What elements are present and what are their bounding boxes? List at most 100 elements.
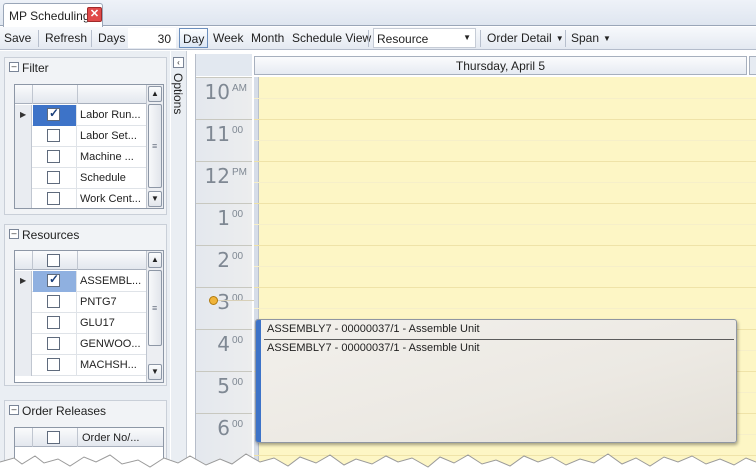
- filter-title: Filter: [22, 61, 49, 75]
- resource-checkbox[interactable]: [47, 358, 60, 371]
- tab-strip: MP Scheduling ✕: [0, 0, 756, 27]
- resource-row-label: PNTG7: [80, 296, 117, 308]
- days-input[interactable]: 30: [128, 28, 176, 48]
- date-header[interactable]: Thursday, April 5: [254, 56, 747, 75]
- appointment-status-bar: [256, 320, 261, 442]
- collapse-icon[interactable]: –: [9, 229, 19, 239]
- resource-row-label: MACHSH...: [80, 359, 137, 371]
- resources-panel-header[interactable]: – Resources: [5, 225, 166, 243]
- filter-row-label: Work Cent...: [80, 193, 141, 205]
- hour-label: 4 00: [196, 329, 252, 371]
- filter-checkbox[interactable]: [47, 192, 60, 205]
- resources-grid: ▶ ASSEMBL... PNTG7 GLU17 GENWOO...: [14, 250, 164, 383]
- schedule-view-button[interactable]: Schedule View: [292, 31, 371, 45]
- options-label[interactable]: Options: [171, 73, 185, 114]
- toolbar-separator: [91, 30, 92, 47]
- resource-checkbox[interactable]: [47, 272, 60, 287]
- scroll-up-icon[interactable]: ▲: [148, 252, 162, 268]
- filter-row[interactable]: Labor Set...: [15, 126, 147, 147]
- chevron-down-icon: ▼: [555, 34, 564, 43]
- resource-row[interactable]: GLU17: [15, 313, 147, 334]
- filter-row[interactable]: ▶ Labor Run...: [15, 105, 147, 126]
- resource-row[interactable]: GENWOO...: [15, 334, 147, 355]
- resource-row-label: ASSEMBL...: [80, 275, 142, 287]
- resources-panel: – Resources ▶ ASSEMBL... PNTG7 GLU17: [4, 224, 167, 386]
- refresh-button[interactable]: Refresh: [45, 31, 87, 45]
- close-icon[interactable]: ✕: [87, 7, 102, 22]
- day-view-label: Day: [183, 32, 205, 46]
- filter-row-label: Schedule: [80, 172, 126, 184]
- toolbar-separator: [565, 30, 566, 47]
- filter-row[interactable]: Machine ...: [15, 147, 147, 168]
- resource-checkbox[interactable]: [47, 316, 60, 329]
- hour-label: 1 00: [196, 203, 252, 245]
- torn-edge: [0, 453, 756, 471]
- day-view-button[interactable]: Day: [179, 28, 208, 48]
- resource-row-label: GLU17: [80, 317, 115, 329]
- scroll-thumb[interactable]: ≡: [148, 104, 162, 188]
- hour-label: 3 00: [196, 287, 252, 329]
- scroll-up-icon[interactable]: ▲: [148, 86, 162, 102]
- tab-title: MP Scheduling: [9, 9, 90, 23]
- filter-row-label: Labor Run...: [80, 109, 141, 121]
- grid-header: [15, 85, 147, 104]
- left-pane: – Filter ▶ Labor Run... Labor Set... Mac: [0, 51, 170, 471]
- resources-scrollbar[interactable]: ▲ ≡ ▼: [146, 251, 163, 382]
- resources-title: Resources: [22, 228, 80, 242]
- order-detail-label: Order Detail: [487, 31, 552, 45]
- order-releases-title: Order Releases: [22, 404, 107, 418]
- row-pointer-icon: ▶: [20, 276, 27, 285]
- toolbar: Save Refresh Days 30 Day Week Month Sche…: [0, 27, 756, 50]
- filter-checkbox[interactable]: [47, 171, 60, 184]
- order-releases-panel-header[interactable]: – Order Releases: [5, 401, 166, 419]
- collapse-icon[interactable]: –: [9, 62, 19, 72]
- resource-row[interactable]: MACHSH...: [15, 355, 147, 376]
- filter-scrollbar[interactable]: ▲ ≡ ▼: [146, 85, 163, 208]
- toolbar-separator: [368, 30, 369, 47]
- scroll-down-icon[interactable]: ▼: [148, 191, 162, 207]
- filter-panel-header[interactable]: – Filter: [5, 58, 166, 76]
- appointment-title: ASSEMBLY7 - 00000037/1 - Assemble Unit: [267, 323, 480, 335]
- chevron-down-icon: ▼: [463, 33, 471, 42]
- span-menu[interactable]: Span ▼: [571, 31, 611, 45]
- hour-label: 5 00: [196, 371, 252, 413]
- tab-mp-scheduling[interactable]: MP Scheduling ✕: [3, 3, 103, 27]
- resource-checkbox[interactable]: [47, 295, 60, 308]
- order-detail-menu[interactable]: Order Detail ▼: [487, 31, 564, 45]
- hour-label: 2 00: [196, 245, 252, 287]
- time-ruler: 10 AM 11 00 12 PM 1 00 2 00 3 00 4 00 5 00 6 00: [196, 77, 252, 471]
- hour-label: 10 AM: [196, 77, 252, 119]
- expand-options-icon[interactable]: ‹: [173, 57, 184, 68]
- month-view-button[interactable]: Month: [251, 31, 284, 45]
- days-label: Days: [98, 31, 126, 45]
- week-view-button[interactable]: Week: [213, 31, 243, 45]
- view-mode-dropdown[interactable]: Resource ▼: [373, 28, 476, 48]
- scheduler-calendar: Thursday, April 5 10 AM 11 00 12 PM 1 00 2 00…: [195, 54, 756, 471]
- filter-checkbox[interactable]: [47, 106, 60, 121]
- toolbar-separator: [38, 30, 39, 47]
- chevron-down-icon: ▼: [603, 34, 611, 43]
- scroll-thumb[interactable]: ≡: [148, 270, 162, 346]
- collapse-icon[interactable]: –: [9, 405, 19, 415]
- span-label: Span: [571, 31, 600, 45]
- filter-row-label: Labor Set...: [80, 130, 137, 142]
- resource-checkbox[interactable]: [47, 337, 60, 350]
- view-mode-value: Resource: [377, 32, 429, 46]
- hour-label: 12 PM: [196, 161, 252, 203]
- filter-checkbox[interactable]: [47, 129, 60, 142]
- resource-row[interactable]: ▶ ASSEMBL...: [15, 271, 147, 292]
- appointment-description: ASSEMBLY7 - 00000037/1 - Assemble Unit: [267, 342, 480, 354]
- filter-row-label: Machine ...: [80, 151, 134, 163]
- filter-grid: ▶ Labor Run... Labor Set... Machine ... …: [14, 84, 164, 209]
- filter-checkbox[interactable]: [47, 150, 60, 163]
- current-time-indicator: [209, 296, 218, 305]
- filter-row[interactable]: Schedule: [15, 168, 147, 189]
- select-all-checkbox[interactable]: [47, 254, 60, 267]
- filter-row[interactable]: Work Cent...: [15, 189, 147, 208]
- options-strip: ‹ Options: [171, 51, 187, 471]
- scroll-down-icon[interactable]: ▼: [148, 364, 162, 380]
- appointment[interactable]: ASSEMBLY7 - 00000037/1 - Assemble Unit A…: [255, 319, 737, 443]
- filter-panel: – Filter ▶ Labor Run... Labor Set... Mac: [4, 57, 167, 215]
- save-button[interactable]: Save: [4, 31, 31, 45]
- resource-row[interactable]: PNTG7: [15, 292, 147, 313]
